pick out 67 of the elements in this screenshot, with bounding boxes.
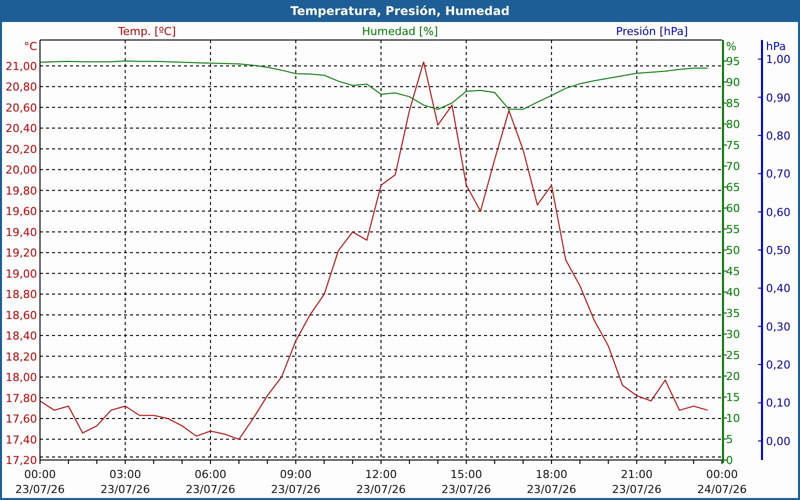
axis-label: 18,80	[6, 288, 37, 302]
axis-label: 18,40	[6, 330, 37, 343]
axis-label: 18,00	[6, 371, 37, 384]
axis-label: 18,60	[6, 308, 37, 322]
axis-label: 17,40	[6, 433, 37, 446]
axis-label: 20,40	[6, 122, 37, 136]
axis-label: 00:00 24/07/26	[697, 468, 747, 496]
axis-label: 03:00 23/07/26	[100, 468, 150, 496]
axis-label: 17,80	[6, 392, 37, 405]
axis-label: 90	[726, 76, 740, 89]
axis-label: 60	[726, 202, 740, 215]
axis-title: Temp. [ºC]	[118, 25, 176, 38]
axis-label: 19,40	[6, 226, 37, 239]
axis-label: 19,60	[6, 205, 37, 218]
axis-label: 0,00	[766, 434, 790, 448]
axis-title: Humedad [%]	[362, 25, 438, 38]
axis-label: 19,00	[6, 267, 37, 280]
axis-label: 50	[726, 244, 740, 257]
axis-unit: hPa	[766, 40, 786, 53]
axis-label: 15	[726, 391, 740, 404]
axis-label: 20,60	[6, 101, 37, 114]
axis-label: 65	[726, 181, 740, 194]
axis-label: 20	[726, 370, 740, 383]
axis-label: 70	[726, 160, 740, 173]
axis-label: 0	[726, 454, 733, 467]
axis-label: 0,30	[766, 320, 790, 334]
axis-unit: %	[726, 40, 736, 53]
axis-label: 0,70	[766, 168, 790, 181]
axis-label: 95	[726, 55, 740, 68]
axis-label: 45	[726, 265, 740, 278]
axis-label: 0,40	[766, 282, 790, 296]
axis-label: 19,20	[6, 246, 37, 260]
axis-unit: °C	[24, 40, 37, 53]
axis-label: 5	[726, 433, 733, 446]
axis-label: 75	[726, 139, 740, 152]
axis-label: 55	[726, 223, 740, 236]
axis-label: 0,20	[766, 358, 790, 372]
axis-label: 20,00	[6, 164, 37, 177]
axis-label: 35	[726, 307, 740, 320]
axis-label: 80	[726, 118, 740, 131]
axis-label: 12:00 23/07/26	[356, 468, 406, 496]
axis-label: 0,10	[766, 396, 790, 410]
axis-label: 00:00 23/07/26	[15, 468, 65, 496]
axis-label: 10	[726, 412, 740, 425]
axis-label: 18,20	[6, 350, 37, 364]
window-title: Temperatura, Presión, Humedad	[290, 4, 510, 18]
axis-label: 09:00 23/07/26	[271, 468, 320, 496]
axis-label: 1,00	[766, 53, 790, 66]
axis-label: 25	[726, 349, 740, 362]
axis-label: 0,50	[766, 244, 790, 257]
axis-label: 18:00 23/07/26	[526, 468, 576, 496]
axis-label: 0,80	[766, 129, 790, 142]
axis-label: 21:00 23/07/26	[612, 468, 662, 496]
axis-label: 40	[726, 286, 740, 299]
axis-label: 17,60	[6, 412, 37, 426]
axis-label: 21,00	[6, 60, 37, 73]
axis-label: 30	[726, 328, 740, 341]
axis-label: 20,20	[6, 142, 37, 156]
axis-label: 06:00 23/07/26	[186, 468, 236, 496]
axis-label: 85	[726, 97, 740, 110]
axis-label: 19,80	[6, 184, 37, 198]
axis-label: 17,20	[6, 454, 37, 467]
axis-label: 0,60	[766, 206, 790, 219]
axis-title: Presión [hPa]	[616, 25, 688, 38]
axis-label: 0,90	[766, 91, 790, 104]
axis-label: 20,80	[6, 80, 37, 94]
axis-label: 15:00 23/07/26	[442, 468, 491, 496]
